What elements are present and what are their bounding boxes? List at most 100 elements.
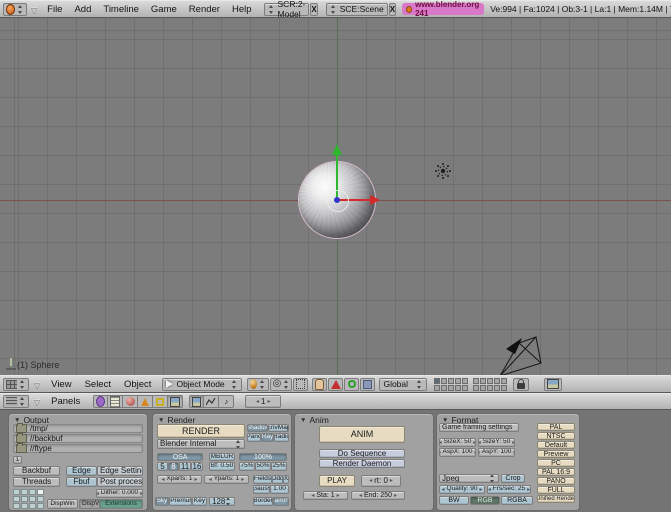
scale-manipulator-button[interactable] bbox=[360, 378, 375, 391]
backbuf-path-field[interactable]: //backbuf bbox=[13, 434, 143, 443]
ftype-path-field[interactable]: //ftype bbox=[13, 444, 143, 453]
layer-cell[interactable] bbox=[480, 385, 486, 391]
post-process-button[interactable]: Post process bbox=[97, 477, 143, 487]
filetype-dropdown[interactable]: Jpeg bbox=[439, 474, 499, 483]
border-toggle[interactable]: Border bbox=[253, 497, 273, 506]
framerate-field[interactable]: Frs/sec: 25 bbox=[487, 485, 531, 494]
render-display-grid[interactable] bbox=[13, 489, 44, 509]
draw-type-dropdown[interactable] bbox=[247, 378, 269, 391]
rt-field[interactable]: rt: 0 bbox=[361, 475, 401, 487]
menu-view[interactable]: View bbox=[51, 379, 71, 390]
unified-render-button[interactable]: Unified Render bbox=[537, 495, 575, 503]
layer-cell[interactable] bbox=[462, 378, 468, 384]
layer-cell[interactable] bbox=[455, 385, 461, 391]
osa-toggle[interactable]: OSA bbox=[157, 453, 203, 461]
layer-buttons-group2[interactable] bbox=[473, 378, 507, 391]
layer-cell[interactable] bbox=[441, 385, 447, 391]
layer-buttons-group1[interactable] bbox=[434, 378, 468, 391]
screen-close-button[interactable]: X bbox=[310, 3, 317, 16]
quality-field[interactable]: Quality: 90 bbox=[439, 485, 485, 494]
aspx-field[interactable]: AspX: 100 bbox=[439, 448, 476, 457]
translate-manipulator-button[interactable] bbox=[328, 378, 343, 391]
layer-cell[interactable] bbox=[448, 385, 454, 391]
premul-toggle[interactable]: Premul bbox=[169, 497, 192, 506]
transform-orientation-dropdown[interactable]: Global bbox=[379, 378, 427, 391]
anim-buttons-button[interactable] bbox=[204, 395, 219, 408]
menu-game[interactable]: Game bbox=[151, 4, 177, 15]
layer-cell[interactable] bbox=[487, 378, 493, 384]
logic-context-button[interactable] bbox=[93, 395, 108, 408]
layer-cell[interactable] bbox=[473, 378, 479, 384]
xparts-field[interactable]: Xparts: 1 bbox=[157, 475, 202, 484]
gamma-toggle[interactable]: Gamma bbox=[273, 497, 289, 506]
sound-buttons-button[interactable]: ♪ bbox=[219, 395, 234, 408]
collapse-menus-icon[interactable]: ▽ bbox=[31, 5, 37, 14]
play-button[interactable]: PLAY bbox=[319, 475, 355, 487]
folder-icon[interactable] bbox=[16, 444, 27, 453]
manipulator-center-icon[interactable] bbox=[334, 197, 340, 203]
layer-cell[interactable] bbox=[434, 378, 440, 384]
mblur-toggle[interactable]: MBLUR bbox=[209, 453, 235, 461]
scene-context-button[interactable] bbox=[168, 395, 183, 408]
render-path-field[interactable]: /tmp/ bbox=[13, 424, 143, 433]
layer-cell[interactable] bbox=[494, 385, 500, 391]
preset-preview-button[interactable]: Preview bbox=[537, 450, 575, 458]
shadow-toggle[interactable]: Shadow bbox=[247, 424, 268, 432]
render-button[interactable]: RENDER bbox=[157, 424, 245, 438]
radio-toggle[interactable]: Radio bbox=[274, 433, 289, 442]
ray-toggle[interactable]: Ray bbox=[261, 433, 274, 442]
preset-full-button[interactable]: FULL bbox=[537, 486, 575, 494]
layer-cell[interactable] bbox=[501, 385, 507, 391]
menu-file[interactable]: File bbox=[47, 4, 62, 15]
game-framing-button[interactable]: Game framing settings bbox=[439, 423, 519, 432]
backbuf-toggle[interactable]: Backbuf bbox=[13, 466, 60, 476]
render-this-window-button[interactable] bbox=[544, 378, 562, 391]
osa-11-toggle[interactable]: 11 bbox=[179, 462, 191, 471]
editing-context-button[interactable] bbox=[153, 395, 168, 408]
size-25-toggle[interactable]: 25% bbox=[271, 462, 287, 471]
menu-object[interactable]: Object bbox=[124, 379, 151, 390]
menu-select[interactable]: Select bbox=[85, 379, 111, 390]
layer-cell[interactable] bbox=[448, 378, 454, 384]
panel-collapse-icon[interactable]: ▼ bbox=[300, 417, 306, 424]
osa-5-toggle[interactable]: 5 bbox=[157, 462, 168, 471]
do-sequence-toggle[interactable]: Do Sequence bbox=[319, 449, 405, 458]
frame-number-field[interactable]: 1 bbox=[245, 395, 281, 408]
object-context-button[interactable] bbox=[138, 395, 153, 408]
layer-cell[interactable] bbox=[480, 378, 486, 384]
edge-settings-button[interactable]: Edge Settings bbox=[97, 466, 143, 476]
preset-pal-button[interactable]: PAL bbox=[537, 423, 575, 431]
start-frame-field[interactable]: Sta: 1 bbox=[303, 491, 348, 500]
panel-header[interactable]: ▼ Anim bbox=[300, 415, 329, 425]
odd-toggle[interactable]: Odd bbox=[272, 475, 283, 484]
size-50-toggle[interactable]: 50% bbox=[255, 462, 271, 471]
layer-cell[interactable] bbox=[462, 385, 468, 391]
engine-dropdown[interactable]: Blender Internal bbox=[157, 439, 245, 449]
edge-toggle[interactable]: Edge bbox=[66, 466, 97, 476]
collapse-menus-icon[interactable]: ▽ bbox=[34, 397, 40, 406]
panel-collapse-icon[interactable]: ▼ bbox=[158, 417, 164, 424]
snap-button[interactable] bbox=[293, 378, 308, 391]
gauss-toggle[interactable]: Gauss bbox=[253, 485, 270, 494]
editor-type-button-3dview[interactable] bbox=[3, 378, 29, 391]
dither-field[interactable]: Dither: 0.000 bbox=[96, 489, 143, 498]
lamp-object[interactable] bbox=[434, 162, 452, 180]
sizex-field[interactable]: SizeX: 50 bbox=[439, 438, 476, 447]
folder-icon[interactable] bbox=[16, 424, 27, 433]
preset-pal169-button[interactable]: PAL 16:9 bbox=[537, 468, 575, 476]
pivot-dropdown[interactable]: ◎ bbox=[270, 378, 292, 391]
layer-cell[interactable] bbox=[434, 385, 440, 391]
viewport-3d[interactable]: (1) Sphere bbox=[0, 18, 671, 375]
size-75-toggle[interactable]: 75% bbox=[239, 462, 255, 471]
preset-pc-button[interactable]: PC bbox=[537, 459, 575, 467]
menu-render[interactable]: Render bbox=[189, 4, 220, 15]
folder-icon[interactable] bbox=[16, 434, 27, 443]
menu-panels[interactable]: Panels bbox=[51, 396, 80, 407]
size-100-toggle[interactable]: 100% bbox=[239, 453, 287, 461]
screen-selector[interactable]: SCR:2-Model bbox=[264, 3, 310, 16]
preset-pano-button[interactable]: PANO bbox=[537, 477, 575, 485]
editor-type-button-buttons[interactable] bbox=[3, 395, 29, 408]
end-frame-field[interactable]: End: 250 bbox=[351, 491, 405, 500]
rgba-toggle[interactable]: RGBA bbox=[501, 496, 533, 505]
camera-object[interactable] bbox=[494, 332, 546, 378]
